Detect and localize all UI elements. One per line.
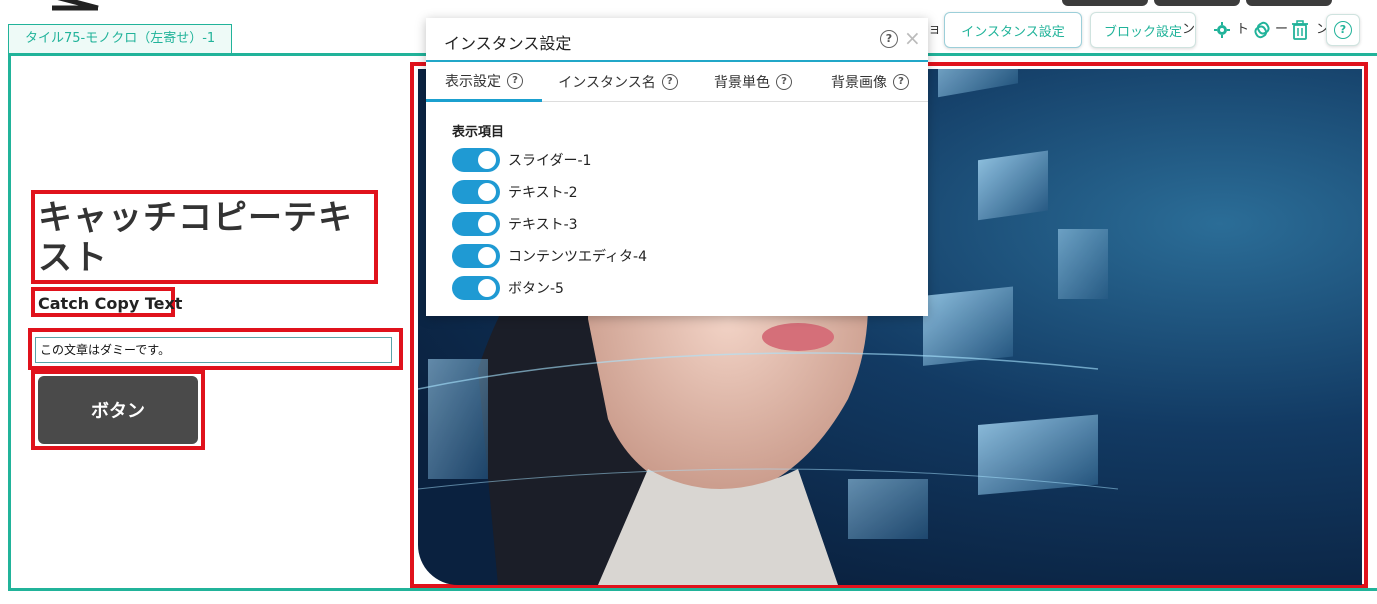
dummy-text-editor[interactable]: この文章はダミーです。 [35,337,392,363]
toggle-label: コンテンツエディタ-4 [508,249,647,265]
copy-icon[interactable] [1246,14,1278,46]
toggle-label: ボタン-5 [508,281,564,297]
help-icon[interactable]: ? [1326,14,1360,46]
tab-label: 背景画像 [831,75,887,91]
toggle-switch[interactable] [452,180,500,204]
popup-close-icon[interactable]: × [904,26,921,50]
instance-label-tab[interactable]: タイル75-モノクロ（左寄せ）-1 [8,24,233,54]
toggle-label: スライダー-1 [508,153,592,169]
trash-icon[interactable] [1284,14,1316,46]
catch-copy-subtitle[interactable]: Catch Copy Text [38,294,182,313]
instance-settings-popup: インスタンス設定 ? × 表示設定? インスタンス名? 背景単色? 背景画像? … [426,18,928,316]
popup-help-icon[interactable]: ? [880,30,898,48]
tab-background-image[interactable]: 背景画像? [812,62,928,102]
top-dark-button-1[interactable] [1062,0,1148,6]
toolbar-fragment-1: ョ [928,18,942,37]
logo-fragment [52,0,99,11]
catch-copy-title[interactable]: キャッチコピーテキスト [38,198,378,278]
help-icon[interactable]: ? [893,74,909,90]
toolbar-fragment-2: ン [1182,18,1196,37]
top-dark-button-2[interactable] [1154,0,1240,6]
toggle-row-text-3: テキスト-3 [452,212,578,236]
toggle-row-content-editor: コンテンツエディタ-4 [452,244,647,268]
tab-instance-name[interactable]: インスタンス名? [542,62,694,102]
content-button[interactable]: ボタン [38,376,198,444]
help-icon[interactable]: ? [661,74,678,90]
tab-display-settings[interactable]: 表示設定? [426,62,542,102]
tab-background-color[interactable]: 背景単色? [694,62,812,102]
popup-tabs: 表示設定? インスタンス名? 背景単色? 背景画像? [426,62,928,102]
toggle-switch[interactable] [452,212,500,236]
block-settings-button[interactable]: ブロック設定 [1090,12,1196,48]
help-icon[interactable]: ? [776,74,792,90]
tab-label: 表示設定 [445,73,501,90]
toggle-row-text-2: テキスト-2 [452,180,578,204]
instance-settings-button[interactable]: インスタンス設定 [944,12,1082,48]
gear-icon[interactable] [1206,14,1238,46]
top-dark-button-3[interactable] [1246,0,1332,6]
toggle-label: テキスト-2 [508,185,578,201]
tab-label: 背景単色 [714,75,770,91]
toggle-row-button: ボタン-5 [452,276,564,300]
tab-label: インスタンス名 [558,75,656,91]
toggle-label: テキスト-3 [508,217,578,233]
toggle-switch[interactable] [452,148,500,172]
display-items-label: 表示項目 [452,125,505,140]
toggle-switch[interactable] [452,244,500,268]
popup-title: インスタンス設定 [444,34,572,53]
toggle-row-slider: スライダー-1 [452,148,591,172]
help-icon[interactable]: ? [507,72,523,89]
toggle-switch[interactable] [452,276,500,300]
